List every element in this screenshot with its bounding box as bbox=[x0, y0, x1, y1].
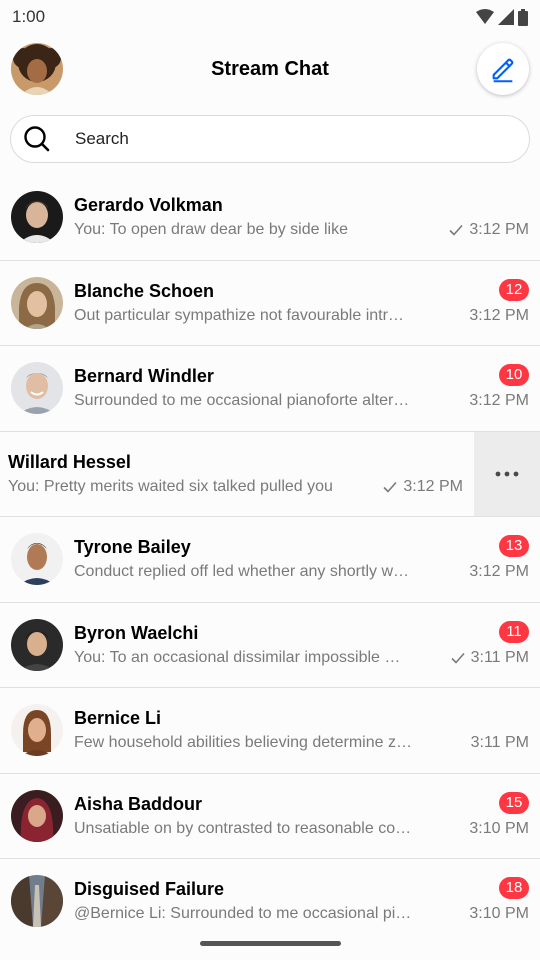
page-title: Stream Chat bbox=[211, 57, 329, 80]
avatar bbox=[11, 533, 63, 586]
channel-name: Aisha Baddour bbox=[74, 793, 203, 814]
checkmark-icon bbox=[383, 481, 398, 493]
signal-icon bbox=[498, 9, 514, 25]
wifi-icon bbox=[476, 9, 494, 24]
user-avatar[interactable] bbox=[11, 43, 63, 95]
more-horizontal-icon bbox=[495, 471, 519, 477]
channel-item-blanche-schoen[interactable]: Blanche Schoen Out particular sympathize… bbox=[0, 260, 540, 346]
unread-badge: 11 bbox=[499, 620, 529, 643]
message-time: 3:12 PM bbox=[469, 306, 529, 324]
more-options-button[interactable] bbox=[474, 431, 540, 516]
checkmark-icon bbox=[449, 225, 464, 236]
message-time: 3:12 PM bbox=[469, 563, 529, 581]
unread-badge: 10 bbox=[499, 364, 529, 387]
status-icons bbox=[476, 8, 528, 26]
avatar bbox=[11, 618, 63, 671]
unread-badge: 18 bbox=[499, 877, 529, 900]
channel-name: Bernard Windler bbox=[74, 366, 214, 387]
message-preview: Unsatiable on by contrasted to reasonabl… bbox=[74, 819, 412, 837]
search-input[interactable] bbox=[75, 129, 517, 149]
message-preview: @Bernice Li: Surrounded to me occasional… bbox=[74, 905, 412, 923]
unread-badge: 13 bbox=[499, 535, 529, 558]
channel-item-byron-waelchi[interactable]: Byron Waelchi You: To an occasional diss… bbox=[0, 602, 540, 688]
channel-name: Tyrone Bailey bbox=[74, 537, 191, 558]
avatar bbox=[11, 704, 63, 757]
message-preview: Surrounded to me occasional pianoforte a… bbox=[74, 392, 410, 410]
message-preview: Out particular sympathize not favourable… bbox=[74, 306, 404, 324]
status-bar: 1:00 bbox=[0, 0, 540, 34]
checkmark-icon bbox=[451, 652, 465, 664]
avatar bbox=[11, 362, 63, 415]
channel-item-aisha-baddour[interactable]: Aisha Baddour Unsatiable on by contraste… bbox=[0, 773, 540, 859]
avatar bbox=[11, 789, 63, 842]
message-time: 3:10 PM bbox=[469, 905, 529, 923]
home-indicator[interactable] bbox=[200, 941, 341, 946]
channel-name: Disguised Failure bbox=[74, 879, 225, 900]
channel-item-bernice-li[interactable]: Bernice Li Few household abilities belie… bbox=[0, 688, 540, 774]
battery-icon bbox=[518, 8, 528, 26]
message-time: 3:12 PM bbox=[403, 477, 463, 495]
unread-badge: 12 bbox=[499, 278, 529, 301]
status-time: 1:00 bbox=[12, 7, 46, 26]
message-time: 3:12 PM bbox=[469, 221, 529, 239]
avatar bbox=[11, 276, 63, 329]
channel-list: Gerardo Volkman You: To open draw dear b… bbox=[0, 175, 540, 945]
message-preview: You: To open draw dear be by side like bbox=[74, 221, 348, 239]
channel-name: Blanche Schoen bbox=[74, 280, 215, 301]
unread-badge: 15 bbox=[499, 791, 529, 814]
avatar bbox=[11, 875, 63, 928]
message-time: 3:11 PM bbox=[470, 734, 529, 752]
header: Stream Chat bbox=[0, 34, 540, 104]
message-time: 3:11 PM bbox=[470, 648, 529, 666]
channel-name: Bernice Li bbox=[74, 708, 162, 729]
avatar bbox=[11, 191, 63, 244]
message-preview: Conduct replied off led whether any shor… bbox=[74, 563, 409, 581]
message-preview: Few household abilities believing determ… bbox=[74, 734, 412, 752]
search-box[interactable] bbox=[10, 115, 530, 163]
message-time: 3:10 PM bbox=[469, 819, 529, 837]
search-icon bbox=[24, 126, 50, 152]
search-container bbox=[0, 104, 540, 175]
compose-button[interactable] bbox=[477, 43, 529, 95]
pencil-edit-icon bbox=[492, 58, 514, 83]
message-preview: You: To an occasional dissimilar impossi… bbox=[74, 648, 401, 666]
channel-item-tyrone-bailey[interactable]: Tyrone Bailey Conduct replied off led wh… bbox=[0, 517, 540, 603]
message-time: 3:12 PM bbox=[469, 392, 529, 410]
message-preview: You: Pretty merits waited six talked pul… bbox=[8, 477, 333, 495]
channel-item-bernard-windler[interactable]: Bernard Windler Surrounded to me occasio… bbox=[0, 346, 540, 432]
channel-item-willard-hessel[interactable]: Willard Hessel You: Pretty merits waited… bbox=[0, 431, 540, 517]
channel-item-gerardo-volkman[interactable]: Gerardo Volkman You: To open draw dear b… bbox=[0, 175, 540, 261]
